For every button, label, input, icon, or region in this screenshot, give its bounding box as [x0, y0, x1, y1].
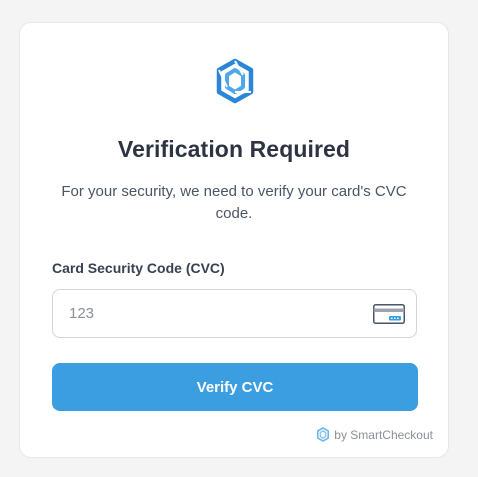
verify-cvc-button[interactable]: Verify CVC [52, 363, 418, 411]
powered-by-footer: by SmartCheckout [316, 427, 433, 442]
smartcheckout-logo-icon [216, 58, 254, 104]
verification-card: Verification Required For your security,… [19, 22, 449, 458]
smartcheckout-small-logo-icon [317, 427, 330, 442]
cvc-field-label: Card Security Code (CVC) [52, 260, 225, 276]
cvc-input-container [52, 289, 417, 338]
cvc-input[interactable] [54, 291, 354, 336]
page-title: Verification Required [117, 136, 351, 162]
page-subtitle: For your security, we need to verify you… [61, 183, 407, 222]
credit-card-icon [373, 304, 405, 324]
powered-by-text: by SmartCheckout [334, 427, 433, 442]
